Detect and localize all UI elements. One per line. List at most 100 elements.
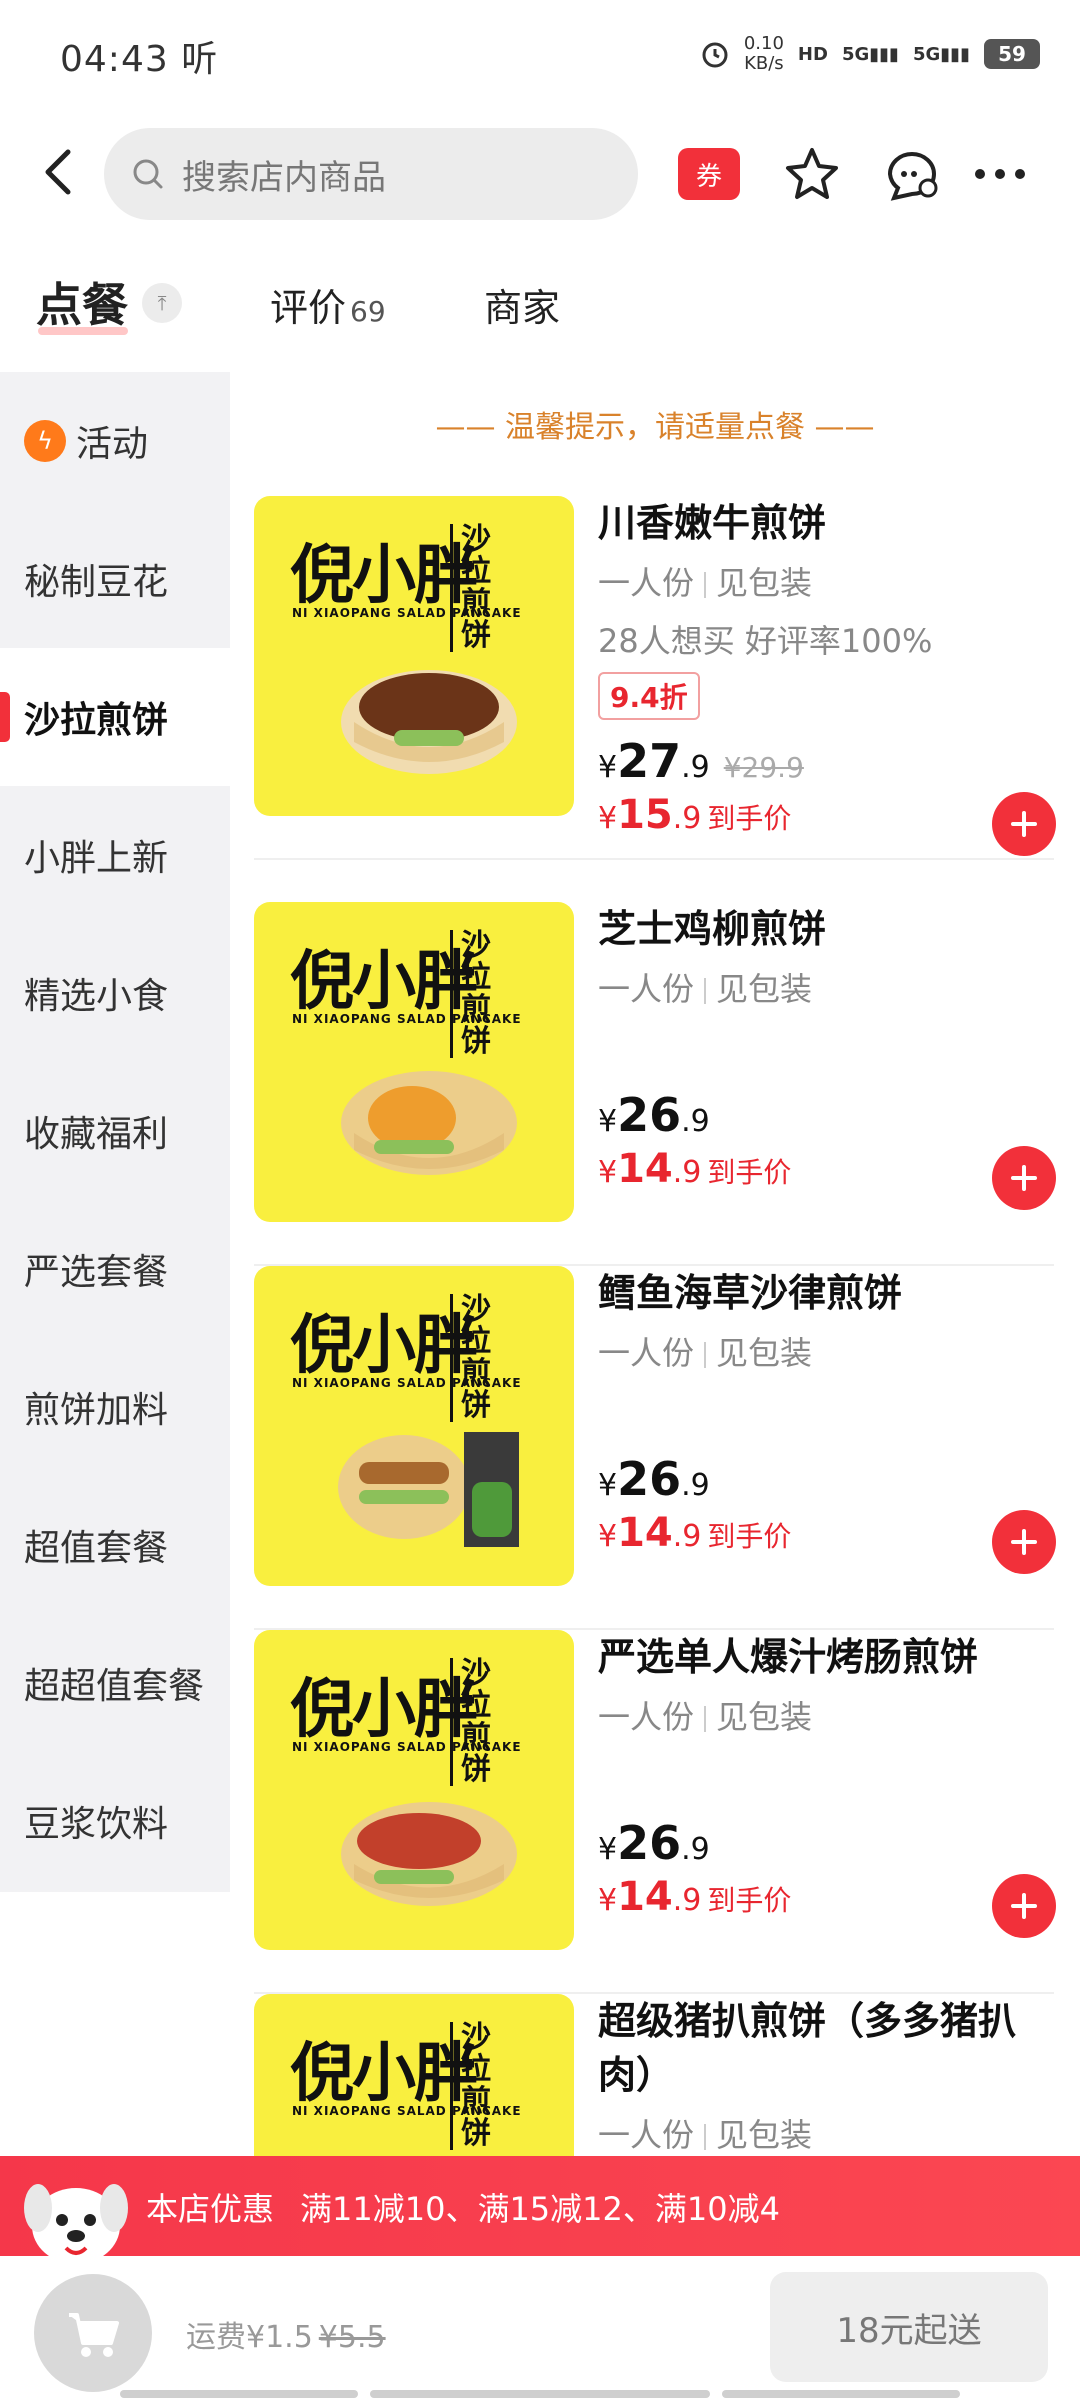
header: 搜索店内商品 券	[0, 120, 1080, 230]
home-indicator-segment	[120, 2390, 358, 2398]
ordering-tip: —— 温馨提示，请适量点餐 ——	[435, 410, 875, 445]
brand-subtitle: NI XIAOPANG SALAD PANCAKE	[292, 1740, 522, 1754]
home-indicator-segment	[722, 2390, 960, 2398]
sidebar-item-pancake-addons[interactable]: 煎饼加料	[0, 1338, 230, 1476]
signal-sim2-icon: 5G▮▮▮	[912, 43, 970, 65]
brand-logo-text: 倪小胖	[290, 1673, 478, 1747]
sidebar-item-selected-sets[interactable]: 严选套餐	[0, 1200, 230, 1338]
search-input[interactable]: 搜索店内商品	[104, 128, 638, 220]
brand-subtitle: NI XIAOPANG SALAD PANCAKE	[292, 2104, 522, 2118]
brand-side-text: 沙拉煎饼	[450, 1294, 510, 1422]
sidebar-item-favorites-perks[interactable]: 收藏福利	[0, 1062, 230, 1200]
product-spec: 一人份 见包装	[598, 1334, 813, 1372]
lightning-icon: ϟ	[24, 420, 66, 462]
sidebar-item-tofu-pudding[interactable]: 秘制豆花	[0, 510, 230, 648]
category-sidebar: ϟ 活动 秘制豆花 沙拉煎饼 小胖上新 精选小食 收藏福利 严选套餐 煎饼加料 …	[0, 372, 230, 1892]
back-arrow-icon	[45, 149, 71, 195]
brand-side-text: 沙拉煎饼	[450, 1658, 510, 1786]
final-price: ¥15.9 到手价	[598, 792, 792, 838]
active-indicator	[0, 692, 10, 742]
shopping-cart-icon	[69, 2313, 119, 2357]
home-indicator-segment	[370, 2390, 710, 2398]
original-delivery-fee: ¥5.5	[318, 2320, 386, 2355]
product-card[interactable]: 倪小胖 沙拉煎饼 NI XIAOPANG SALAD PANCAKE 鳕鱼海草沙…	[254, 1266, 1056, 1630]
product-image[interactable]: 倪小胖 沙拉煎饼 NI XIAOPANG SALAD PANCAKE	[254, 496, 574, 816]
search-icon	[133, 159, 163, 189]
product-card[interactable]: 倪小胖 沙拉煎饼 NI XIAOPANG SALAD PANCAKE 超级猪扒煎…	[254, 1994, 1054, 2162]
reviews-count: 69	[350, 295, 386, 328]
sidebar-item-snacks[interactable]: 精选小食	[0, 924, 230, 1062]
product-name: 川香嫩牛煎饼	[598, 501, 827, 545]
brand-subtitle: NI XIAOPANG SALAD PANCAKE	[292, 606, 522, 620]
product-spec: 一人份 见包装	[598, 564, 813, 602]
add-to-cart-button[interactable]	[992, 1874, 1056, 1938]
product-price: ¥26.9	[598, 1816, 710, 1870]
product-price: ¥26.9	[598, 1452, 710, 1506]
product-list: —— 温馨提示，请适量点餐 —— 倪小胖 沙拉煎饼 NI XIAOPANG SA…	[230, 372, 1080, 2162]
status-icons: 0.10 KB/s HD 5G▮▮▮ 5G▮▮▮ 59	[700, 34, 1040, 74]
brand-subtitle: NI XIAOPANG SALAD PANCAKE	[292, 1012, 522, 1026]
star-icon	[786, 148, 838, 199]
alarm-icon	[702, 42, 728, 68]
brand-side-text: 沙拉煎饼	[450, 930, 510, 1058]
pancake-wrap-image	[341, 1071, 517, 1175]
brand-side-text: 沙拉煎饼	[450, 2022, 510, 2150]
product-spec: 一人份 见包装	[598, 970, 813, 1008]
product-image[interactable]: 倪小胖 沙拉煎饼 NI XIAOPANG SALAD PANCAKE	[254, 1266, 574, 1586]
brand-subtitle: NI XIAOPANG SALAD PANCAKE	[292, 1376, 522, 1390]
sidebar-item-super-value-sets[interactable]: 超超值套餐	[0, 1614, 230, 1752]
final-price: ¥14.9 到手价	[598, 1510, 792, 1556]
sidebar-item-activity[interactable]: ϟ 活动	[0, 372, 230, 510]
net-speed: 0.10 KB/s	[743, 33, 784, 74]
product-card[interactable]: 倪小胖 沙拉煎饼 NI XIAOPANG SALAD PANCAKE 芝士鸡柳煎…	[254, 902, 1056, 1266]
tab-merchant[interactable]: 商家	[484, 277, 560, 332]
brand-side-text: 沙拉煎饼	[450, 524, 510, 652]
plus-icon	[1011, 1165, 1037, 1191]
coupon-button[interactable]: 券	[678, 148, 740, 200]
product-name: 鳕鱼海草沙律煎饼	[598, 1271, 903, 1315]
more-button[interactable]	[968, 142, 1032, 206]
brand-logo-text: 倪小胖	[290, 1309, 478, 1383]
cart-button[interactable]	[34, 2274, 152, 2392]
collapse-icon[interactable]: ⤒	[142, 283, 182, 323]
clock-text: 04:43	[60, 39, 169, 80]
sidebar-item-new[interactable]: 小胖上新	[0, 786, 230, 924]
product-image[interactable]: 倪小胖 沙拉煎饼 NI XIAOPANG SALAD PANCAKE	[254, 1994, 574, 2162]
add-to-cart-button[interactable]	[992, 1510, 1056, 1574]
search-placeholder: 搜索店内商品	[182, 157, 386, 198]
product-image[interactable]: 倪小胖 沙拉煎饼 NI XIAOPANG SALAD PANCAKE	[254, 902, 574, 1222]
product-card[interactable]: 倪小胖 沙拉煎饼 NI XIAOPANG SALAD PANCAKE 川香嫩牛煎…	[254, 496, 1056, 860]
product-price: ¥27.9 ¥29.9	[598, 734, 804, 788]
product-card[interactable]: 倪小胖 沙拉煎饼 NI XIAOPANG SALAD PANCAKE 严选单人爆…	[254, 1630, 1056, 1994]
product-spec: 一人份 见包装	[598, 1698, 813, 1736]
tab-order[interactable]: 点餐	[36, 269, 128, 335]
battery-icon: 59	[984, 39, 1040, 69]
sidebar-item-value-sets[interactable]: 超值套餐	[0, 1476, 230, 1614]
plus-icon	[1011, 811, 1037, 837]
favorite-button[interactable]	[780, 142, 844, 206]
brand-logo-text: 倪小胖	[290, 945, 478, 1019]
status-bar: 04:43 听 0.10 KB/s HD 5G▮▮▮ 5G▮▮▮ 59	[0, 0, 1080, 110]
signal-sim1-icon: 5G▮▮▮	[841, 43, 899, 65]
product-name: 芝士鸡柳煎饼	[598, 907, 827, 951]
sidebar-item-drinks[interactable]: 豆浆饮料	[0, 1752, 230, 1890]
product-image[interactable]: 倪小胖 沙拉煎饼 NI XIAOPANG SALAD PANCAKE	[254, 1630, 574, 1950]
store-promo-banner[interactable]: 本店优惠 满11减10、满15减12、满10减4	[0, 2156, 1080, 2256]
more-dots-icon	[975, 169, 1025, 179]
original-price: ¥29.9	[723, 751, 804, 784]
brand-logo-text: 倪小胖	[290, 539, 478, 613]
hd-icon: HD	[797, 43, 828, 65]
add-to-cart-button[interactable]	[992, 792, 1056, 856]
product-name: 超级猪扒煎饼（多多猪扒肉）	[598, 1999, 1017, 2097]
min-order-button[interactable]: 18元起送	[770, 2272, 1048, 2382]
final-price: ¥14.9 到手价	[598, 1146, 792, 1192]
product-stats: 28人想买 好评率100%	[598, 622, 933, 660]
pancake-wrap-image	[338, 1432, 519, 1547]
sidebar-item-salad-pancake[interactable]: 沙拉煎饼	[0, 648, 230, 786]
tab-reviews[interactable]: 评价 69	[270, 277, 386, 332]
chat-button[interactable]	[880, 142, 944, 206]
final-price: ¥14.9 到手价	[598, 1874, 792, 1920]
back-button[interactable]	[30, 142, 90, 202]
tab-bar: 点餐 ⤒ 评价 69 商家	[0, 265, 1080, 355]
add-to-cart-button[interactable]	[992, 1146, 1056, 1210]
